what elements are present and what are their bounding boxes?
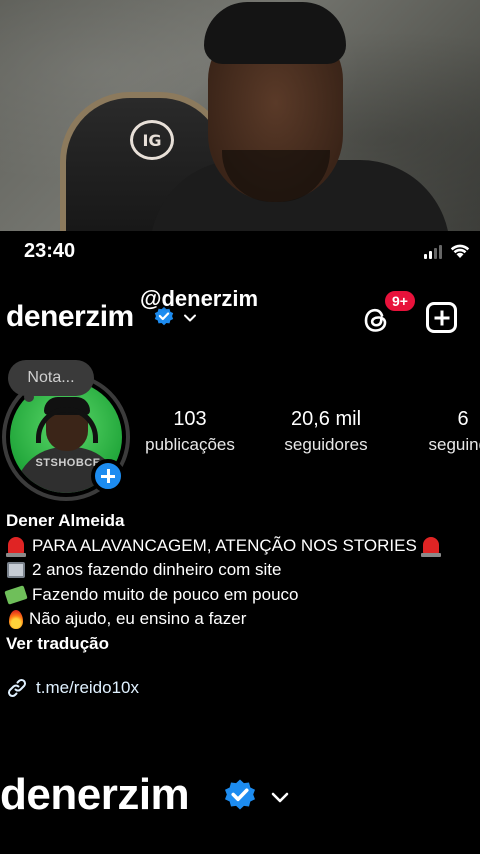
stat-followers-label: seguidores <box>284 435 368 454</box>
bio-line-text: 2 anos fazendo dinheiro com site <box>32 560 282 579</box>
bio-link[interactable]: t.me/reido10x <box>6 677 139 699</box>
stat-followers-value: 20,6 mil <box>290 408 362 430</box>
bio-line-text: Fazendo muito de pouco em pouco <box>32 584 299 604</box>
stat-posts-label: publicações <box>145 435 235 454</box>
bio: Dener Almeida PARA ALAVANCAGEM, ATENÇÃO … <box>4 509 480 657</box>
profile-username[interactable]: denerzim <box>6 300 134 334</box>
see-translation-link[interactable]: Ver tradução <box>6 632 480 657</box>
stat-following-label: seguindo <box>428 435 480 454</box>
siren-icon <box>420 536 441 557</box>
person-hair <box>204 2 346 64</box>
stat-following-value: 6 <box>457 408 469 430</box>
signal-icon <box>424 245 442 259</box>
add-icon[interactable] <box>426 302 457 333</box>
stat-followers[interactable]: 20,6 mil seguidores <box>274 406 378 458</box>
status-time: 23:40 <box>24 240 76 262</box>
chair-logo: IG <box>130 120 174 160</box>
add-story-button[interactable] <box>91 459 125 493</box>
link-icon <box>7 678 27 698</box>
fire-icon <box>6 609 26 629</box>
note-bubble[interactable]: Nota... <box>8 360 94 396</box>
stat-posts-value: 103 <box>173 408 207 430</box>
slot-machine-icon <box>6 560 26 580</box>
status-icons <box>424 244 470 259</box>
stat-following[interactable]: 6 seguindo <box>418 406 480 458</box>
bio-name: Dener Almeida <box>6 511 125 530</box>
bio-line-text: PARA ALAVANCAGEM, ATENÇÃO NOS STORIES <box>32 535 417 555</box>
notification-badge: 9+ <box>383 289 417 313</box>
webcam-overlay: IG <box>0 0 480 231</box>
money-icon <box>4 585 28 605</box>
bio-line: PARA ALAVANCAGEM, ATENÇÃO NOS STORIES <box>6 534 480 559</box>
caption-username: denerzim <box>0 770 190 819</box>
overlay-handle: @denerzim <box>140 286 259 311</box>
bio-line: 2 anos fazendo dinheiro com site <box>6 558 480 583</box>
verified-icon <box>225 779 255 810</box>
bio-line: Não ajudo, eu ensino a fazer <box>6 607 480 632</box>
chevron-down-icon <box>271 792 289 803</box>
bio-line-text: Não ajudo, eu ensino a fazer <box>29 609 247 628</box>
stat-posts[interactable]: 103 publicações <box>136 406 244 458</box>
bio-link-text[interactable]: t.me/reido10x <box>36 678 139 698</box>
bio-line: Fazendo muito de pouco em pouco <box>4 583 480 608</box>
note-bubble-tail <box>24 392 34 402</box>
siren-icon <box>6 536 26 557</box>
wifi-icon <box>450 244 470 258</box>
